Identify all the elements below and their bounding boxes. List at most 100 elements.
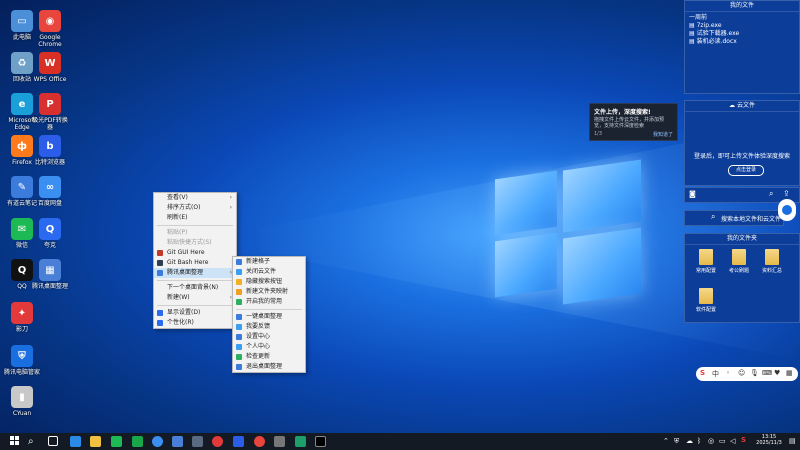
app-icon: ▭ — [11, 10, 33, 32]
menu-item[interactable]: Git Bash Here — [154, 258, 236, 268]
desktop-icon[interactable]: ◉ Google Chrome — [32, 10, 68, 48]
menu-item[interactable]: 显示设置(D) — [154, 308, 236, 318]
app-icon: Q — [39, 218, 61, 240]
menu-item[interactable]: Git GUI Here — [154, 248, 236, 258]
desktop-icon[interactable]: ⛨ 腾讯电脑管家 — [4, 345, 40, 376]
red-app-icon[interactable] — [212, 436, 223, 447]
punctuation-icon[interactable]: ◦ — [726, 369, 730, 377]
menu-separator — [157, 280, 233, 281]
menu-item[interactable]: 我要反馈 — [233, 322, 305, 332]
app-icon: ✎ — [11, 176, 33, 198]
desktop-icon[interactable]: ▦ 腾讯桌面整理 — [32, 259, 68, 290]
menu-item[interactable]: 查看(V) › — [154, 193, 236, 203]
menu-item[interactable]: 检查更新 — [233, 352, 305, 362]
menu-item[interactable]: 个性化(R) — [154, 318, 236, 328]
menu-item[interactable]: 新建(W) › — [154, 293, 236, 303]
tray-ime-icon[interactable]: S — [741, 436, 746, 444]
file-explorer-icon[interactable] — [90, 436, 101, 447]
search-input[interactable]: 搜索本地文件和云文件 — [721, 214, 781, 223]
menu-item-label: 排序方式(O) — [167, 204, 201, 211]
folder-item[interactable]: 常用配置 — [693, 249, 719, 274]
bitbrowser-icon[interactable] — [233, 436, 244, 447]
green-app-icon[interactable] — [295, 436, 306, 447]
desktop-icon[interactable]: ▮ CYuan — [4, 386, 40, 417]
menu-item: 粘贴(P) — [154, 228, 236, 238]
menu-item[interactable]: 开启我的常用 — [233, 297, 305, 307]
menu-item[interactable]: 新建格子 — [233, 257, 305, 267]
skin-icon[interactable]: ♥ — [774, 369, 780, 377]
folder-label: 考公刷题 — [728, 268, 749, 274]
menu-item[interactable]: 设置中心 — [233, 332, 305, 342]
menu-item[interactable]: 隐藏搜索按钮 — [233, 277, 305, 287]
folder-item[interactable]: 软件配置 — [693, 288, 719, 313]
assistant-toggle-button[interactable] — [778, 199, 796, 221]
task-view-icon[interactable] — [48, 436, 58, 446]
desktop-icon[interactable]: ∞ 百度网盘 — [32, 176, 68, 207]
recent-section-label: 一周前 — [689, 14, 708, 21]
menu-item[interactable]: 排序方式(O) › — [154, 203, 236, 213]
folder-label: 资料汇总 — [761, 268, 782, 274]
browser-icon[interactable] — [152, 436, 163, 447]
menu-item[interactable]: 新建文件夹映射 — [233, 287, 305, 297]
menu-item[interactable]: 个人中心 — [233, 342, 305, 352]
app-icon-3[interactable] — [274, 436, 285, 447]
clock[interactable]: 13:15 2025/11/3 — [752, 434, 786, 446]
menu-item[interactable]: 刷新(E) — [154, 213, 236, 223]
menu-item-label: 个人中心 — [246, 343, 271, 350]
app-icon: ◉ — [39, 10, 61, 32]
folder-item[interactable]: 考公刷题 — [726, 249, 752, 274]
menu-item[interactable]: 腾讯桌面整理 › — [154, 268, 236, 278]
menu-item-label: 显示设置(D) — [167, 309, 201, 316]
menu-item-label: Git Bash Here — [167, 259, 209, 266]
search-icon[interactable]: ⌕ — [769, 189, 773, 199]
menu-item[interactable]: 一键桌面整理 — [233, 312, 305, 322]
tray-app-icon-2[interactable]: ◎ — [708, 437, 714, 445]
menu-item[interactable]: 关闭云文件 — [233, 267, 305, 277]
tray-app-icon[interactable]: ⛨ — [674, 437, 679, 446]
recent-file-item[interactable]: ▤ 装机必读.docx — [689, 38, 795, 46]
notification-page: 1/3 — [594, 131, 603, 137]
recent-file-item[interactable]: ▤ 7zip.exe — [689, 22, 795, 30]
cloud-icon: ☁ — [729, 102, 737, 109]
emoji-icon[interactable]: ☺ — [738, 369, 745, 377]
notification-center-icon[interactable]: ▤ — [789, 437, 796, 445]
desktop-icon[interactable]: ✦ 影刀 — [4, 302, 40, 333]
app-icon-2[interactable] — [192, 436, 203, 447]
menu-item-label: 粘贴快捷方式(S) — [167, 239, 212, 246]
search-icon[interactable]: ⌕ — [28, 436, 39, 447]
tray-cloud-icon[interactable]: ☁ — [686, 437, 693, 445]
file-icon: ▤ — [689, 22, 697, 29]
folder-item[interactable]: 资料汇总 — [759, 249, 785, 274]
ime-toolbar[interactable]: S 中 ◦ ☺ 🎙 ⌨ ♥ ▦ — [696, 367, 798, 381]
desktop-icon[interactable]: P 极光PDF转换器 — [32, 93, 68, 131]
wechat-icon[interactable] — [111, 436, 122, 447]
tray-chevron-icon[interactable]: ⌃ — [663, 437, 669, 445]
user-icon[interactable]: ◙ — [689, 190, 696, 198]
desktop-icon[interactable]: b 比特浏览器 — [32, 135, 68, 166]
tray-volume-icon[interactable]: ◁ — [730, 437, 735, 445]
tray-bluetooth-icon[interactable]: ᛒ — [697, 437, 701, 445]
terminal-icon[interactable] — [315, 436, 326, 447]
app-icon[interactable] — [172, 436, 183, 447]
menu-icon[interactable]: ▦ — [786, 369, 793, 377]
search-bar[interactable]: ⌕ 搜索本地文件和云文件 — [684, 210, 784, 226]
notification-dismiss-link[interactable]: 我知道了 — [653, 131, 673, 138]
tray-network-icon[interactable]: ▭ — [719, 437, 726, 445]
upload-icon[interactable]: ⇪ — [783, 189, 790, 198]
keyboard-icon[interactable]: ⌨ — [762, 369, 772, 377]
wechat-files-icon[interactable] — [132, 436, 143, 447]
recent-file-item[interactable]: ▤ 试验下载器.exe — [689, 30, 795, 38]
vscode-icon[interactable] — [70, 436, 81, 447]
microphone-icon[interactable]: 🎙 — [750, 369, 759, 377]
ime-mode-label[interactable]: 中 — [712, 369, 719, 379]
desktop-icon[interactable]: W WPS Office — [32, 52, 68, 83]
start-button[interactable] — [10, 436, 20, 446]
login-button[interactable]: 点击登录 — [728, 165, 764, 176]
menu-item[interactable]: 下一个桌面背景(N) — [154, 283, 236, 293]
menu-item-icon — [236, 279, 242, 285]
app-icon: W — [39, 52, 61, 74]
chrome-icon[interactable] — [254, 436, 265, 447]
menu-item[interactable]: 退出桌面整理 — [233, 362, 305, 372]
desktop-icon[interactable]: Q 夸克 — [32, 218, 68, 249]
folders-panel-title: 我的文件夹 — [685, 234, 799, 245]
